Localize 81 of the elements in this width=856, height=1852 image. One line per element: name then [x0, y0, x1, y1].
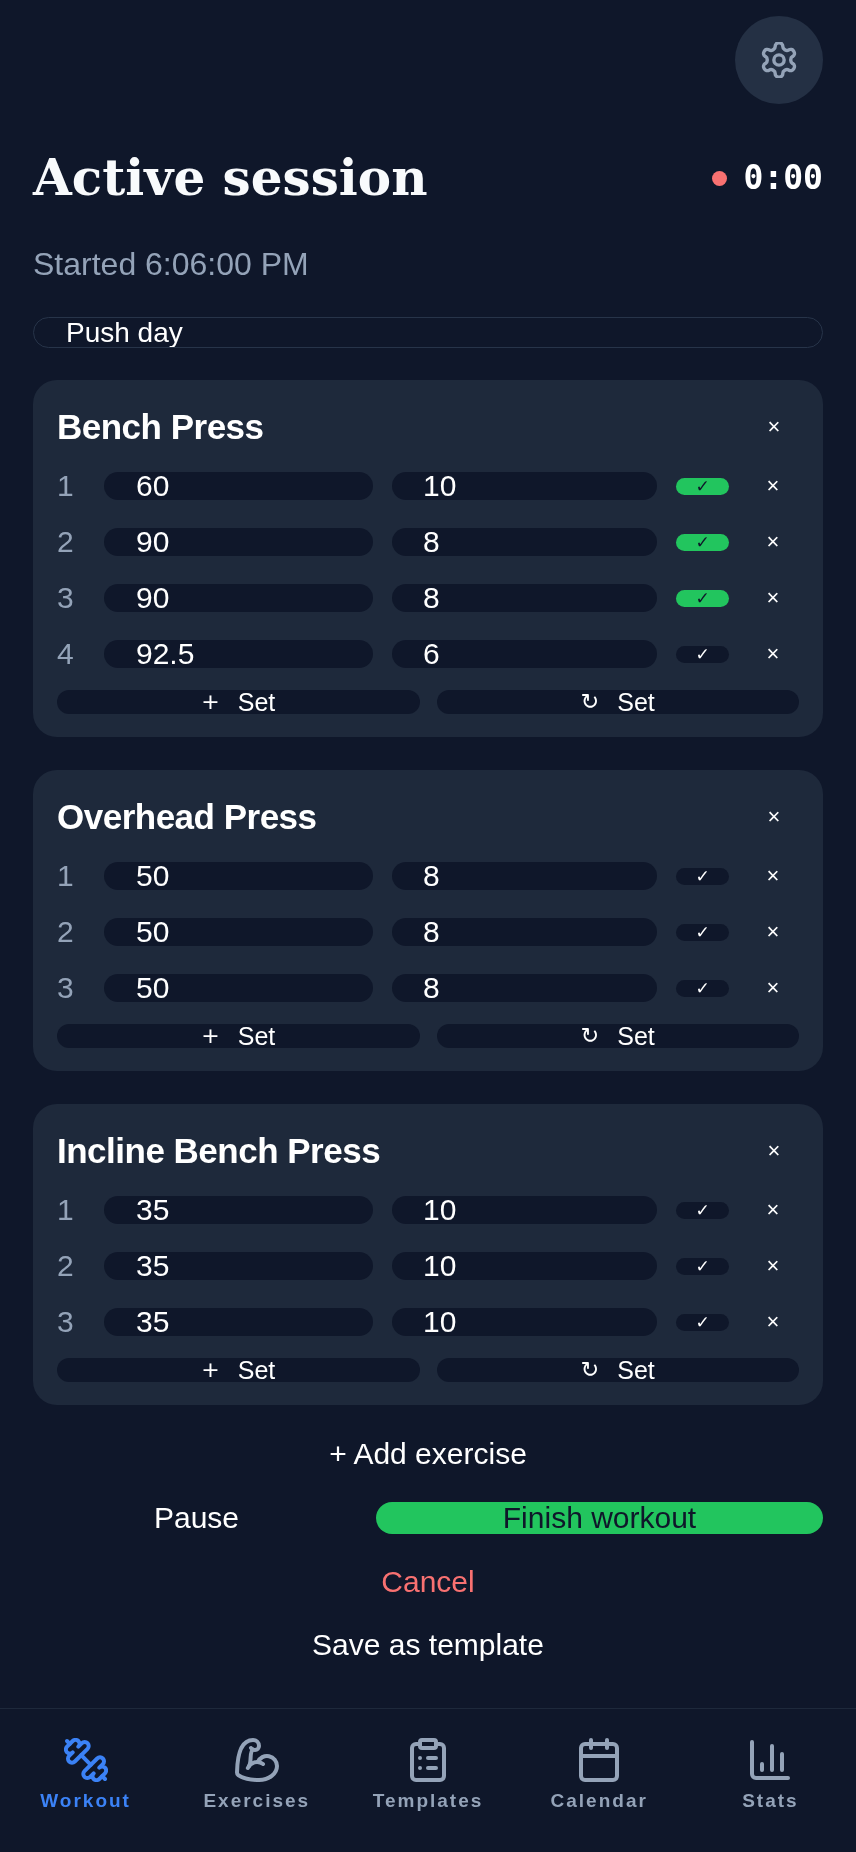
remove-set-button[interactable]: ×	[758, 1307, 788, 1337]
start-time: Started 6:06:00 PM	[33, 245, 309, 284]
reps-field[interactable]: 8	[392, 974, 657, 1002]
remove-set-button[interactable]: ×	[758, 639, 788, 669]
finish-workout-button[interactable]: Finish workout	[376, 1502, 823, 1534]
weight-field[interactable]: 90	[104, 584, 373, 612]
done-toggle[interactable]: ✓	[676, 979, 729, 997]
settings-icon	[761, 42, 797, 78]
reps-field[interactable]: 10	[392, 1308, 657, 1336]
done-toggle[interactable]: ✓	[676, 923, 729, 941]
set-number: 4	[57, 640, 75, 668]
set-number: 3	[57, 1308, 75, 1336]
done-toggle[interactable]: ✓	[676, 533, 729, 551]
exercise-name: Overhead Press	[57, 796, 318, 838]
weight-field[interactable]: 90	[104, 528, 373, 556]
done-toggle[interactable]: ✓	[676, 1313, 729, 1331]
remove-set-button[interactable]: ×	[758, 973, 788, 1003]
page-title: Active session	[33, 148, 428, 208]
reps-field[interactable]: 10	[392, 1196, 657, 1224]
remove-set-button[interactable]: ×	[758, 527, 788, 557]
reps-field[interactable]: 10	[392, 472, 657, 500]
cancel-button[interactable]: Cancel	[381, 1564, 475, 1600]
set-number: 1	[57, 1196, 75, 1224]
weight-field[interactable]: 50	[104, 918, 373, 946]
add-set-button[interactable]: + Set	[57, 1024, 420, 1048]
remove-set-button[interactable]: ×	[758, 583, 788, 613]
reps-field[interactable]: 10	[392, 1252, 657, 1280]
remove-exercise-button[interactable]: ×	[759, 412, 789, 442]
reps-field[interactable]: 8	[392, 528, 657, 556]
done-toggle[interactable]: ✓	[676, 867, 729, 885]
reps-field[interactable]: 6	[392, 640, 657, 668]
pause-button[interactable]: Pause	[153, 1502, 240, 1534]
reps-field[interactable]: 8	[392, 584, 657, 612]
remove-set-button[interactable]: ×	[758, 917, 788, 947]
set-number: 2	[57, 1252, 75, 1280]
add-set-button[interactable]: + Set	[57, 1358, 420, 1382]
flexed-arm-icon	[234, 1738, 279, 1782]
remove-set-button[interactable]: ×	[758, 1195, 788, 1225]
nav-tab[interactable]: Stats	[742, 1738, 799, 1812]
repeat-set-button[interactable]: ↻ Set	[436, 1024, 799, 1048]
done-toggle[interactable]: ✓	[676, 477, 729, 495]
remove-exercise-button[interactable]: ×	[759, 1136, 789, 1166]
timer: 0:00	[743, 158, 823, 198]
bar-chart-icon	[748, 1738, 793, 1782]
weight-field[interactable]: 50	[104, 974, 373, 1002]
remove-exercise-button[interactable]: ×	[759, 802, 789, 832]
weight-field[interactable]: 50	[104, 862, 373, 890]
done-toggle[interactable]: ✓	[676, 589, 729, 607]
remove-set-button[interactable]: ×	[758, 471, 788, 501]
done-toggle[interactable]: ✓	[676, 1257, 729, 1275]
set-number: 2	[57, 528, 75, 556]
nav-tab[interactable]: Exercises	[203, 1738, 311, 1812]
weight-field[interactable]: 60	[104, 472, 373, 500]
set-number: 1	[57, 862, 75, 890]
nav-tab[interactable]: Calendar	[550, 1738, 648, 1812]
set-number: 3	[57, 974, 75, 1002]
workout-name-field[interactable]: Push day	[33, 317, 823, 348]
save-template-button[interactable]: Save as template	[312, 1627, 544, 1663]
reps-field[interactable]: 8	[392, 918, 657, 946]
done-toggle[interactable]: ✓	[676, 1201, 729, 1219]
repeat-set-button[interactable]: ↻ Set	[436, 690, 799, 714]
weight-field[interactable]: 92.5	[104, 640, 373, 668]
nav-tab[interactable]: Templates	[372, 1738, 484, 1812]
weight-field[interactable]: 35	[104, 1308, 373, 1336]
exercise-name: Bench Press	[57, 406, 265, 448]
add-exercise-button[interactable]: + Add exercise	[329, 1436, 527, 1472]
reps-field[interactable]: 8	[392, 862, 657, 890]
set-number: 1	[57, 472, 75, 500]
exercise-name: Incline Bench Press	[57, 1130, 382, 1172]
add-set-button[interactable]: + Set	[57, 690, 420, 714]
set-number: 2	[57, 918, 75, 946]
calendar-icon	[577, 1738, 622, 1782]
done-toggle[interactable]: ✓	[676, 645, 729, 663]
weight-field[interactable]: 35	[104, 1196, 373, 1224]
set-number: 3	[57, 584, 75, 612]
dumbbell-icon	[63, 1738, 108, 1782]
repeat-set-button[interactable]: ↻ Set	[436, 1358, 799, 1382]
nav-tab[interactable]: Workout	[40, 1738, 131, 1812]
weight-field[interactable]: 35	[104, 1252, 373, 1280]
remove-set-button[interactable]: ×	[758, 1251, 788, 1281]
remove-set-button[interactable]: ×	[758, 861, 788, 891]
